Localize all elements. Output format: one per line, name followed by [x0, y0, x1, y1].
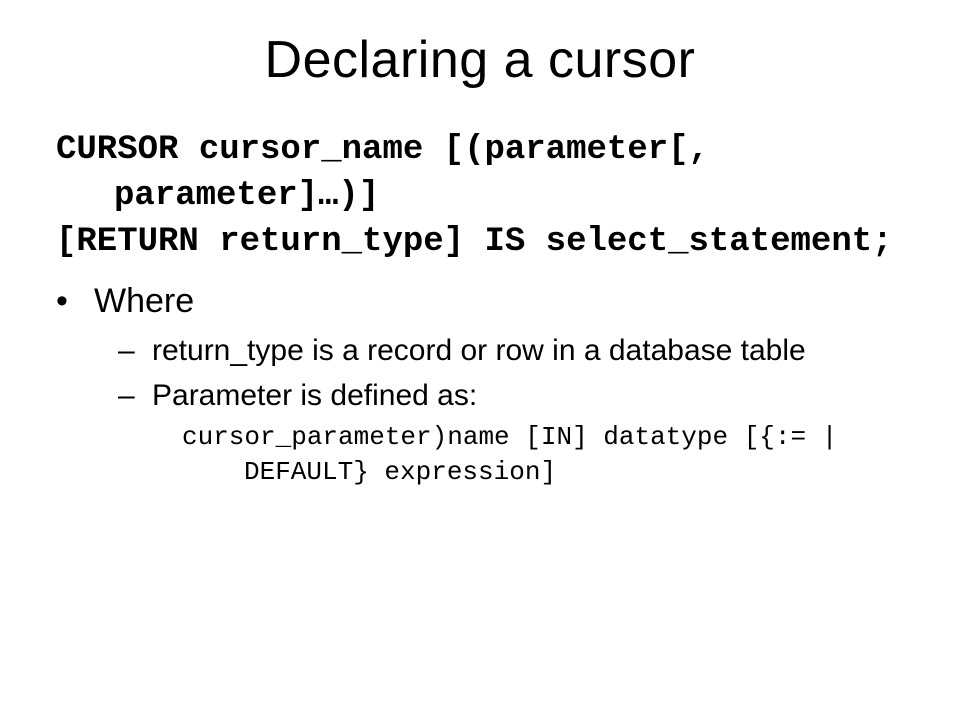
parameter-syntax: cursor_parameter)name [IN] datatype [{:=…	[48, 420, 920, 490]
bullet-label: Where	[94, 278, 194, 326]
bullet-mark: •	[56, 278, 94, 326]
dash-mark: –	[118, 376, 152, 417]
sub-item-parameter: – Parameter is defined as:	[48, 376, 920, 417]
parameter-syntax-text: cursor_parameter)name [IN] datatype [{:=…	[182, 420, 920, 490]
bullet-where: • Where	[48, 278, 920, 326]
sub-text-2: Parameter is defined as:	[152, 376, 477, 417]
sub-text-1: return_type is a record or row in a data…	[152, 331, 806, 372]
syntax-block: CURSOR cursor_name [(parameter[, paramet…	[48, 128, 920, 266]
sub-item-return-type: – return_type is a record or row in a da…	[48, 331, 920, 372]
dash-mark: –	[118, 331, 152, 372]
syntax-line-2: [RETURN return_type] IS select_statement…	[56, 220, 920, 266]
syntax-line-1: CURSOR cursor_name [(parameter[, paramet…	[56, 128, 920, 220]
slide-body: CURSOR cursor_name [(parameter[, paramet…	[40, 128, 920, 490]
slide-title: Declaring a cursor	[40, 30, 920, 90]
